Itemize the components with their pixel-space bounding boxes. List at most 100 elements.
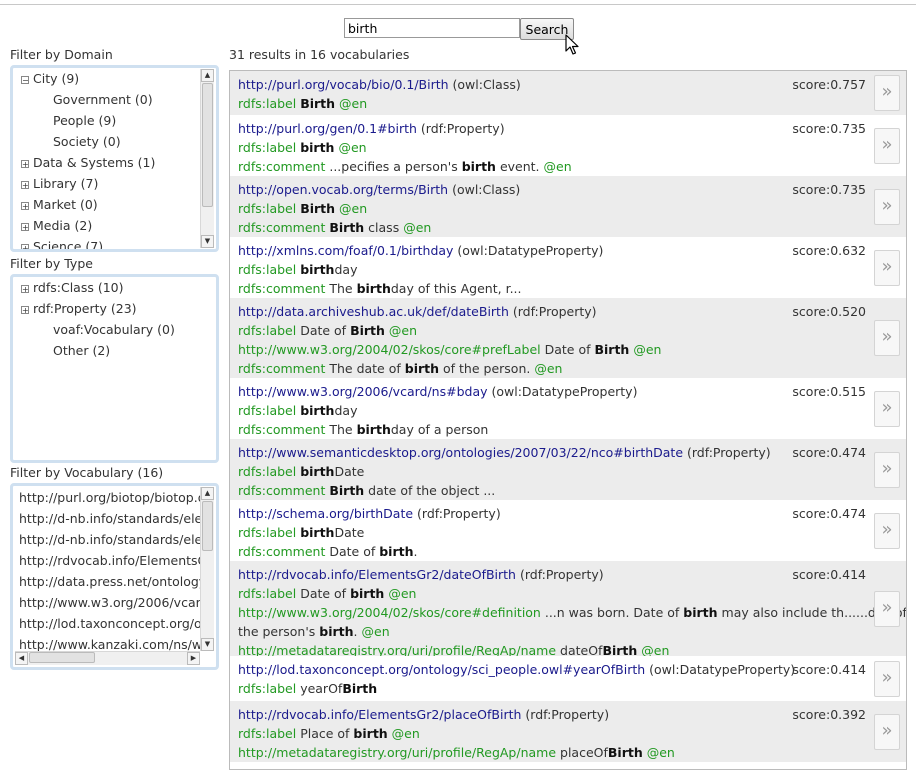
result-title-line: http://lod.taxonconcept.org/ontology/sci… <box>238 660 795 679</box>
vocab-filter-item[interactable]: http://www.w3.org/2006/vcard/ns# <box>19 592 200 613</box>
scroll-thumb[interactable] <box>202 501 213 551</box>
result-title-line: http://purl.org/gen/0.1#birth (rdf:Prope… <box>238 119 505 138</box>
domain-filter-item[interactable]: People (9) <box>53 111 116 131</box>
expand-result-button[interactable]: » <box>874 591 900 627</box>
expand-result-button[interactable]: » <box>874 189 900 225</box>
result-uri-link[interactable]: http://www.w3.org/2006/vcard/ns#bday <box>238 384 488 399</box>
result-property-line: rdfs:comment Date of birth. <box>238 542 417 561</box>
double-chevron-right-icon: » <box>881 519 893 540</box>
scroll-down-icon[interactable]: ▼ <box>201 638 214 651</box>
result-uri-link[interactable]: http://rdvocab.info/ElementsGr2/placeOfB… <box>238 707 521 722</box>
result-item: http://data.archiveshub.ac.uk/def/dateBi… <box>230 298 906 378</box>
scroll-thumb[interactable] <box>29 652 95 663</box>
property-value: birthDate <box>300 525 365 540</box>
property-name: rdfs:label <box>238 403 301 418</box>
result-uri-link[interactable]: http://schema.org/birthDate <box>238 506 413 521</box>
expand-result-button[interactable]: » <box>874 75 900 111</box>
result-uri-link[interactable]: http://www.semanticdesktop.org/ontologie… <box>238 445 683 460</box>
property-value: the person's birth. <box>238 624 358 639</box>
language-tag: @en <box>387 726 420 741</box>
result-uri-link[interactable]: http://data.archiveshub.ac.uk/def/dateBi… <box>238 304 509 319</box>
domain-scrollbar[interactable]: ▲ ▼ <box>200 69 214 248</box>
scroll-right-icon[interactable]: ▶ <box>187 652 200 665</box>
result-item: http://rdvocab.info/ElementsGr2/dateOfBi… <box>230 561 907 658</box>
match-highlight: birth <box>300 464 335 479</box>
expand-icon[interactable]: + <box>21 306 29 315</box>
result-score: score:0.474 <box>792 445 866 460</box>
domain-filter-item[interactable]: + Science (7) <box>21 237 103 249</box>
domain-filter-item[interactable]: Government (0) <box>53 90 153 110</box>
domain-filter-item-label: Market (0) <box>33 197 98 212</box>
vocab-filter-item[interactable]: http://rdvocab.info/ElementsGr2/ <box>19 550 200 571</box>
property-name: rdfs:comment <box>238 361 330 376</box>
match-highlight: Birth <box>329 220 365 235</box>
property-value: The birthday of this Agent, r... <box>329 281 522 296</box>
vocab-filter-item[interactable]: http://purl.org/biotop/biotop.owl <box>19 487 200 508</box>
scroll-thumb[interactable] <box>202 83 213 207</box>
vocab-filter-item[interactable]: http://data.press.net/ontology/stuff/ <box>19 571 200 592</box>
domain-filter-panel: − City (9) Government (0) People (9) Society… <box>10 65 219 252</box>
domain-filter-item[interactable]: + Data & Systems (1) <box>21 153 155 173</box>
domain-filter-item[interactable]: Society (0) <box>53 132 121 152</box>
expand-result-button[interactable]: » <box>874 391 900 427</box>
expand-icon[interactable]: + <box>21 160 29 169</box>
scroll-up-icon[interactable]: ▲ <box>201 69 214 82</box>
type-filter-item[interactable]: Other (2) <box>53 341 110 361</box>
language-tag: @en <box>335 96 368 111</box>
result-property-line: rdfs:label birthday <box>238 401 357 420</box>
double-chevron-right-icon: » <box>881 195 893 216</box>
expand-result-button[interactable]: » <box>874 320 900 356</box>
vocab-filter-item[interactable]: http://lod.taxonconcept.org/ontology/ <box>19 613 200 634</box>
property-value: The date of birth of the person. <box>329 361 531 376</box>
expand-result-button[interactable]: » <box>874 714 900 750</box>
result-uri-link[interactable]: http://rdvocab.info/ElementsGr2/dateOfBi… <box>238 567 516 582</box>
result-uri-link[interactable]: http://xmlns.com/foaf/0.1/birthday <box>238 243 453 258</box>
type-filter-item[interactable]: voaf:Vocabulary (0) <box>53 320 175 340</box>
result-type: (owl:Class) <box>448 182 521 197</box>
search-input[interactable] <box>344 18 520 38</box>
expand-icon[interactable]: + <box>21 244 29 249</box>
property-value: ...n was born. Date of birth may also in… <box>544 605 907 620</box>
result-uri-link[interactable]: http://lod.taxonconcept.org/ontology/sci… <box>238 662 645 677</box>
match-highlight: Birth <box>350 323 385 338</box>
domain-filter-item[interactable]: + Market (0) <box>21 195 98 215</box>
result-uri-link[interactable]: http://purl.org/gen/0.1#birth <box>238 121 417 136</box>
result-property-line: rdfs:comment The birthday of a person <box>238 420 488 439</box>
expand-result-button[interactable]: » <box>874 661 900 697</box>
vocab-filter-item[interactable]: http://d-nb.info/standards/elementset/gn… <box>19 508 200 529</box>
property-name: rdfs:comment <box>238 544 330 559</box>
expand-result-button[interactable]: » <box>874 128 900 164</box>
expand-icon[interactable]: + <box>21 181 29 190</box>
match-highlight: birth <box>353 726 388 741</box>
domain-filter-item[interactable]: − City (9) <box>21 69 79 89</box>
vocab-hscrollbar[interactable]: ◀ ▶ <box>15 651 200 665</box>
expand-result-button[interactable]: » <box>874 513 900 549</box>
language-tag: @en <box>399 220 432 235</box>
expand-icon[interactable]: + <box>21 202 29 211</box>
expand-result-button[interactable]: » <box>874 452 900 488</box>
collapse-icon[interactable]: − <box>21 76 29 85</box>
expand-result-button[interactable]: » <box>874 250 900 286</box>
result-uri-link[interactable]: http://purl.org/vocab/bio/0.1/Birth <box>238 77 449 92</box>
expand-icon[interactable]: + <box>21 223 29 232</box>
vocab-filter-item[interactable]: http://d-nb.info/standards/elementset/ag… <box>19 529 200 550</box>
result-uri-link[interactable]: http://open.vocab.org/terms/Birth <box>238 182 448 197</box>
match-highlight: birth <box>300 403 335 418</box>
scroll-down-icon[interactable]: ▼ <box>201 235 214 248</box>
scroll-up-icon[interactable]: ▲ <box>201 487 214 500</box>
expand-icon[interactable]: + <box>21 285 29 294</box>
property-value: birthday <box>300 262 358 277</box>
top-divider <box>0 4 916 5</box>
result-item: http://www.semanticdesktop.org/ontologie… <box>230 439 906 500</box>
domain-filter-item[interactable]: + Media (2) <box>21 216 92 236</box>
result-type: (rdf:Property) <box>413 506 501 521</box>
domain-filter-item[interactable]: + Library (7) <box>21 174 98 194</box>
double-chevron-right-icon: » <box>881 458 893 479</box>
vocab-scrollbar[interactable]: ▲ ▼ <box>200 487 214 651</box>
type-filter-item[interactable]: + rdfs:Class (10) <box>21 278 124 298</box>
match-highlight: Birth <box>342 681 378 696</box>
mouse-pointer-icon <box>565 34 579 55</box>
type-filter-item[interactable]: + rdf:Property (23) <box>21 299 137 319</box>
scroll-left-icon[interactable]: ◀ <box>15 652 28 665</box>
vocab-filter-item[interactable]: http://www.kanzaki.com/ns/whois# <box>19 634 200 651</box>
